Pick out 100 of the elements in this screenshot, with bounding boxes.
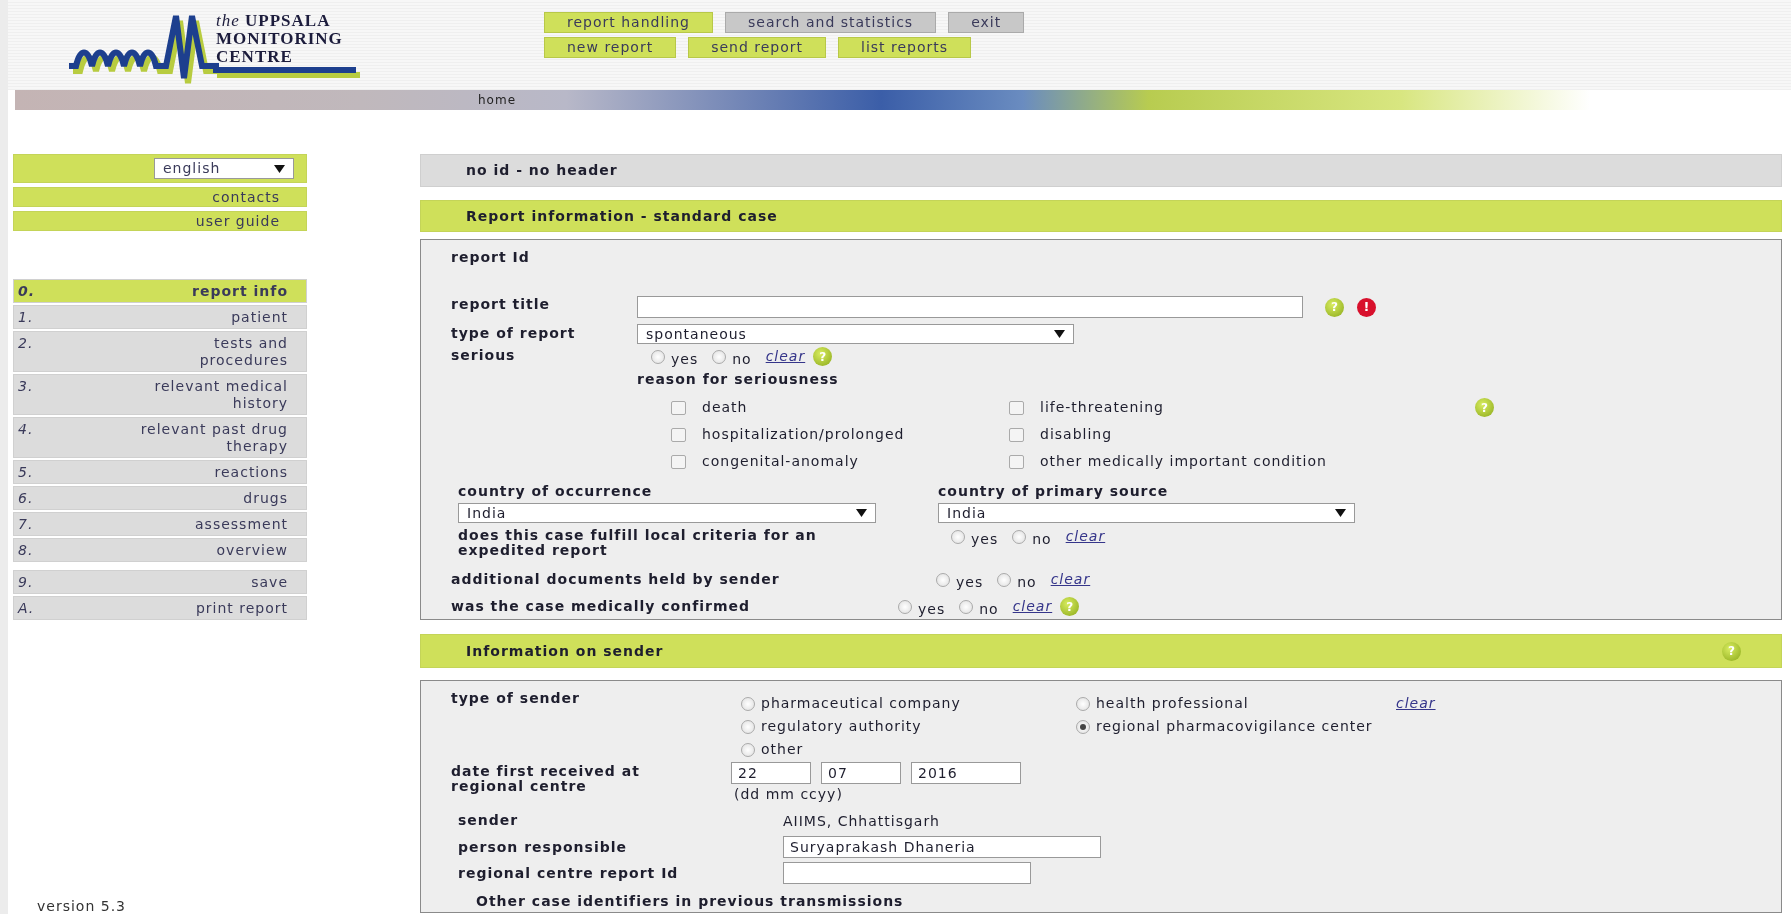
sidebar-step[interactable]: 4. relevant past drug therapy xyxy=(13,417,307,458)
field-label: country of primary source xyxy=(938,484,1170,499)
nav-tab[interactable]: exit xyxy=(948,12,1025,33)
checkbox[interactable] xyxy=(671,400,686,415)
option-label: pharmaceutical company xyxy=(761,694,961,713)
sidebar-action[interactable]: 9. save xyxy=(13,570,307,594)
select-field[interactable]: spontaneous xyxy=(637,324,1074,344)
field-label: additional documents held by sender xyxy=(451,572,781,587)
option-label: other medically important condition xyxy=(1040,452,1327,471)
sidebar-step[interactable]: 1. patient xyxy=(13,305,307,329)
checkbox[interactable] xyxy=(1009,454,1024,469)
checkbox[interactable] xyxy=(1009,427,1024,442)
option-label: death xyxy=(702,398,748,417)
field-label: sender xyxy=(458,813,520,828)
select-field[interactable]: India xyxy=(458,503,876,523)
option-label: no xyxy=(1032,530,1052,549)
field-label: report Id xyxy=(451,250,531,265)
sidebar-step[interactable]: 6. drugs xyxy=(13,486,307,510)
language-select[interactable]: english xyxy=(154,158,294,179)
sidebar-step[interactable]: 2. tests and procedures xyxy=(13,331,307,372)
breadcrumb-link[interactable]: home xyxy=(478,93,517,107)
clear-link[interactable]: clear xyxy=(1050,569,1091,590)
alert-icon: ! xyxy=(1357,297,1376,317)
option-label: other xyxy=(761,740,804,759)
year-field[interactable]: 2016 xyxy=(911,762,1021,784)
month-field[interactable]: 07 xyxy=(821,762,901,784)
option-label: yes xyxy=(671,350,699,369)
nav-button[interactable]: list reports xyxy=(838,37,972,58)
field-label: type of sender xyxy=(451,691,581,706)
select-field[interactable]: India xyxy=(938,503,1355,523)
nav-button[interactable]: new report xyxy=(544,37,677,58)
day-field[interactable]: 22 xyxy=(731,762,811,784)
option-label: no xyxy=(732,350,752,369)
option-label: no xyxy=(1017,573,1037,592)
sidebar-step[interactable]: 5. reactions xyxy=(13,460,307,484)
field-label: report title xyxy=(451,297,551,312)
radio-button[interactable] xyxy=(959,599,974,614)
field-label: serious xyxy=(451,348,517,363)
date-format-hint: (dd mm ccyy) xyxy=(734,785,844,804)
nav-tab[interactable]: search and statistics xyxy=(724,12,937,33)
field-label: does this case fulfill local criteria for an expedited report xyxy=(458,528,818,558)
option-label: hospitalization/prolonged xyxy=(702,425,905,444)
case-header: no id - no header xyxy=(420,154,1782,187)
sidebar-link[interactable]: contacts xyxy=(13,187,307,207)
field-label: country of occurrence xyxy=(458,484,654,499)
clear-link[interactable]: clear xyxy=(1012,596,1053,617)
sidebar-step[interactable]: 8. overview xyxy=(13,538,307,562)
text-field[interactable] xyxy=(783,862,1031,884)
sidebar-link[interactable]: user guide xyxy=(13,211,307,231)
option-label: yes xyxy=(971,530,999,549)
radio-button[interactable] xyxy=(741,742,755,757)
checkbox[interactable] xyxy=(671,454,686,469)
caret-icon xyxy=(1335,509,1346,517)
checkbox[interactable] xyxy=(1009,400,1024,415)
text-field[interactable]: Suryaprakash Dhaneria xyxy=(783,836,1101,858)
radio-button[interactable] xyxy=(712,349,727,364)
clear-link[interactable]: clear xyxy=(1065,526,1106,547)
field-label: regional centre report Id xyxy=(458,865,680,881)
field-label: person responsible xyxy=(458,839,628,855)
option-label: health professional xyxy=(1096,694,1249,713)
sidebar-step[interactable]: 3. relevant medical history xyxy=(13,374,307,415)
clear-link[interactable]: clear xyxy=(1396,695,1436,711)
field-label: was the case medically confirmed xyxy=(451,599,752,614)
option-label: regional pharmacovigilance center xyxy=(1096,717,1373,736)
radio-button[interactable] xyxy=(1076,696,1090,711)
nav-tab[interactable]: report handling xyxy=(544,12,713,33)
option-label: life-threatening xyxy=(1040,398,1164,417)
subsection-title: reason for seriousness xyxy=(637,372,840,387)
section-title: Information on sender xyxy=(466,642,664,661)
nav-button[interactable]: send report xyxy=(688,37,827,58)
sender-value: AIIMS, Chhattisgarh xyxy=(783,812,940,831)
section-title: Report information - standard case xyxy=(466,207,778,226)
radio-button[interactable] xyxy=(741,719,755,734)
radio-button[interactable] xyxy=(951,529,965,544)
option-label: disabling xyxy=(1040,425,1113,444)
option-label: regulatory authority xyxy=(761,717,922,736)
option-label: yes xyxy=(918,600,946,619)
radio-button[interactable] xyxy=(936,572,950,587)
radio-button[interactable] xyxy=(1012,529,1027,544)
field-label: type of report xyxy=(451,326,577,341)
field-label: date first received at regional centre xyxy=(451,764,641,794)
text-field[interactable] xyxy=(637,296,1303,318)
sidebar-action[interactable]: A. print report xyxy=(13,596,307,620)
checkbox[interactable] xyxy=(671,427,686,442)
radio-button[interactable] xyxy=(997,572,1012,587)
caret-icon xyxy=(274,164,285,173)
radio-button[interactable] xyxy=(898,599,912,614)
sidebar-step[interactable]: 0. report info xyxy=(13,279,307,303)
clear-link[interactable]: clear xyxy=(765,346,806,367)
radio-button[interactable] xyxy=(651,349,665,364)
caret-icon xyxy=(1054,330,1065,338)
sidebar-step[interactable]: 7. assessment xyxy=(13,512,307,536)
logo: the UPPSALA MONITORING CENTRE xyxy=(66,8,366,93)
caret-icon xyxy=(856,509,867,517)
option-label: no xyxy=(979,600,999,619)
option-label: yes xyxy=(956,573,984,592)
radio-button[interactable] xyxy=(1076,719,1090,734)
radio-button[interactable] xyxy=(741,696,755,711)
subsection-title: Other case identifiers in previous transmissions xyxy=(476,894,905,909)
option-label: congenital-anomaly xyxy=(702,452,859,471)
